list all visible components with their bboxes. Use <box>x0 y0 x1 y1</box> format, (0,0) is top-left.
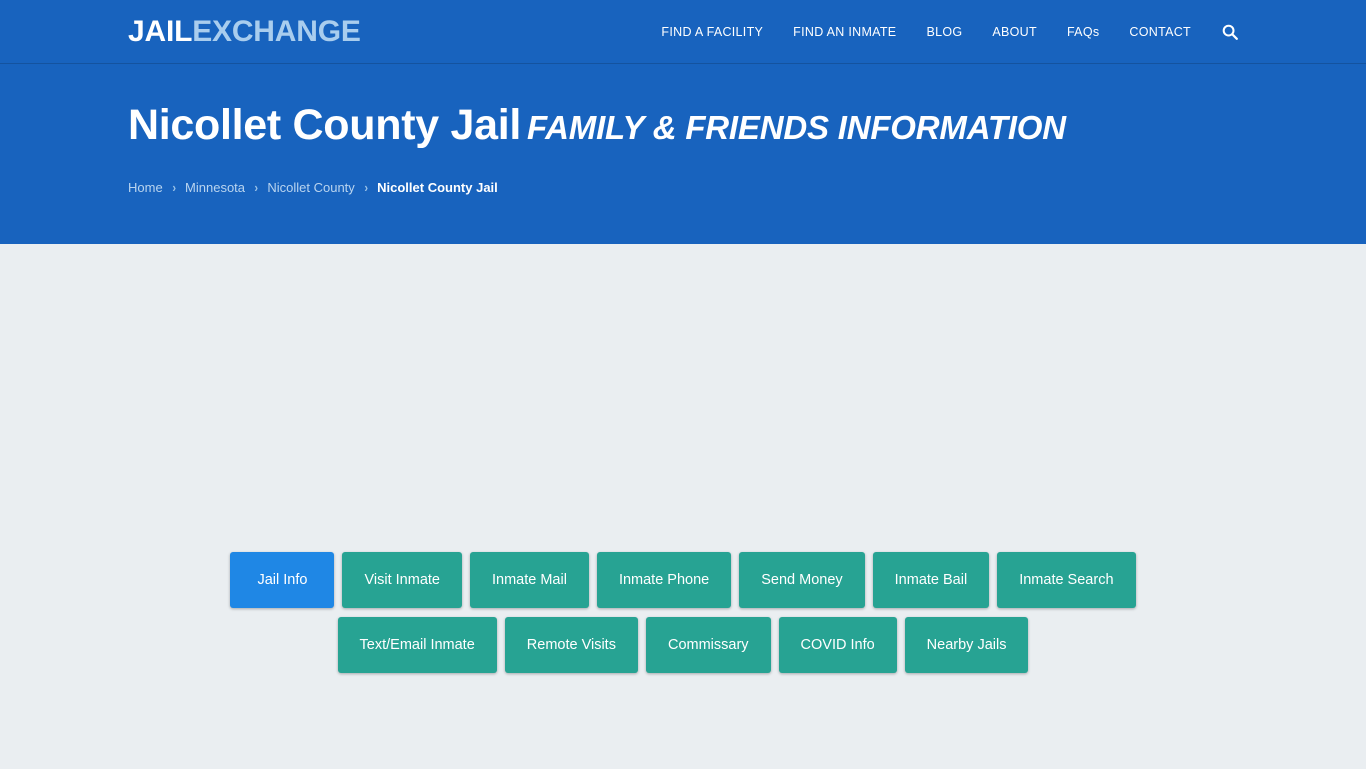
page-title: Nicollet County Jail FAMILY & FRIENDS INF… <box>128 64 1238 149</box>
main-content: Jail Info Visit Inmate Inmate Mail Inmat… <box>0 244 1366 769</box>
breadcrumb-separator-icon: › <box>364 180 368 196</box>
button-send-money[interactable]: Send Money <box>739 552 865 608</box>
breadcrumb-item-current: Nicollet County Jail <box>377 180 498 196</box>
breadcrumb-item-home[interactable]: Home <box>128 180 163 195</box>
button-inmate-search[interactable]: Inmate Search <box>997 552 1136 608</box>
button-inmate-bail[interactable]: Inmate Bail <box>872 552 990 608</box>
breadcrumb: Home › Minnesota › Nicollet County › Nic… <box>128 180 1238 195</box>
logo-text-jail: JAIL <box>128 14 193 48</box>
nav-item-faqs[interactable]: FAQs <box>1052 25 1114 39</box>
button-row-secondary: Text/Email Inmate Remote Visits Commissa… <box>337 617 1029 673</box>
button-nearby-jails[interactable]: Nearby Jails <box>904 617 1029 673</box>
button-visit-inmate[interactable]: Visit Inmate <box>342 552 462 608</box>
navbar-inner: JAILEXCHANGE FIND A FACILITY FIND AN INM… <box>0 0 1366 63</box>
button-text-email-inmate[interactable]: Text/Email Inmate <box>337 617 497 673</box>
page-title-facility: Nicollet County Jail <box>128 101 522 149</box>
facility-section-buttons: Jail Info Visit Inmate Inmate Mail Inmat… <box>0 552 1366 673</box>
nav-item-contact[interactable]: CONTACT <box>1114 25 1206 39</box>
search-icon <box>1222 24 1238 40</box>
button-jail-info[interactable]: Jail Info <box>230 552 335 608</box>
primary-nav: FIND A FACILITY FIND AN INMATE BLOG ABOU… <box>646 24 1238 40</box>
logo-text-exchange: EXCHANGE <box>192 14 361 48</box>
site-logo[interactable]: JAILEXCHANGE <box>128 14 361 48</box>
nav-item-find-an-inmate[interactable]: FIND AN INMATE <box>778 25 911 39</box>
breadcrumb-item-minnesota[interactable]: Minnesota <box>185 180 245 195</box>
page-title-subtitle: FAMILY & FRIENDS INFORMATION <box>527 109 1066 146</box>
button-inmate-phone[interactable]: Inmate Phone <box>596 552 732 608</box>
button-row-primary: Jail Info Visit Inmate Inmate Mail Inmat… <box>230 552 1136 608</box>
button-commissary[interactable]: Commissary <box>645 617 771 673</box>
nav-item-find-a-facility[interactable]: FIND A FACILITY <box>646 25 778 39</box>
top-navbar: JAILEXCHANGE FIND A FACILITY FIND AN INM… <box>0 0 1366 64</box>
hero-banner: Nicollet County Jail FAMILY & FRIENDS INF… <box>0 64 1366 244</box>
button-covid-info[interactable]: COVID Info <box>778 617 897 673</box>
search-button[interactable] <box>1206 24 1238 40</box>
button-remote-visits[interactable]: Remote Visits <box>504 617 638 673</box>
breadcrumb-item-nicollet-county[interactable]: Nicollet County <box>267 180 354 195</box>
breadcrumb-separator-icon: › <box>172 180 176 196</box>
nav-item-about[interactable]: ABOUT <box>977 25 1052 39</box>
nav-item-blog[interactable]: BLOG <box>911 25 977 39</box>
breadcrumb-separator-icon: › <box>254 180 259 196</box>
button-inmate-mail[interactable]: Inmate Mail <box>469 552 589 608</box>
